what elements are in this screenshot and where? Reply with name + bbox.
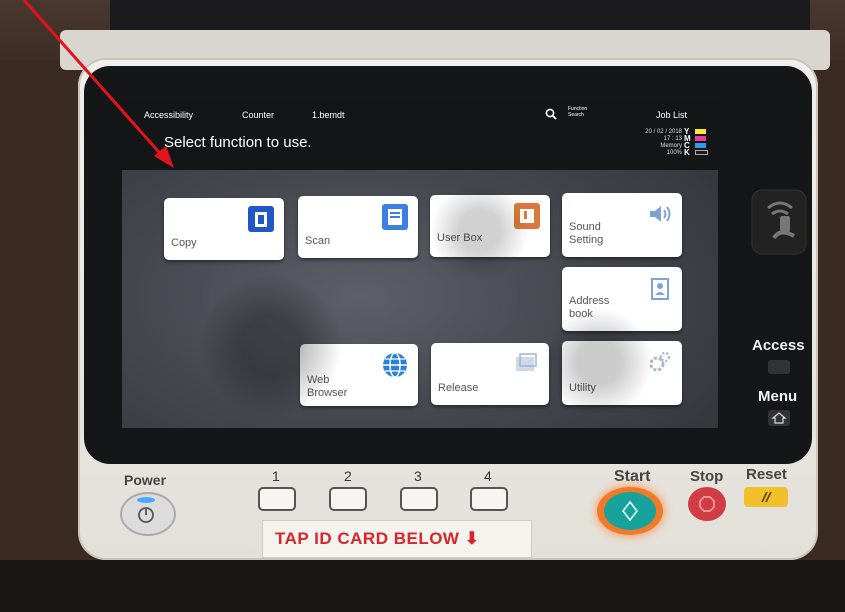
annotation-arrow xyxy=(22,0,174,168)
